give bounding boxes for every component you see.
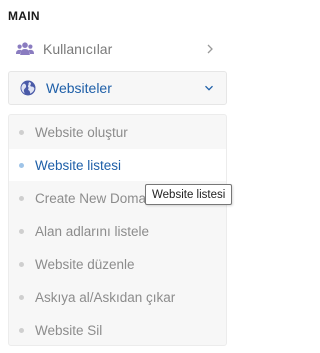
- section-title: MAIN: [8, 9, 40, 23]
- submenu-item-create-website[interactable]: Website oluştur: [9, 116, 226, 148]
- users-icon: [16, 40, 34, 58]
- bullet-dot-icon: [19, 195, 24, 201]
- submenu-item-list-domains[interactable]: Alan adlarını listele: [9, 215, 226, 247]
- submenu-item-suspend-website[interactable]: Askıya al/Askıdan çıkar: [9, 281, 226, 313]
- submenu-item-label: Alan adlarını listele: [35, 223, 150, 239]
- submenu-item-label: Create New Domain: [35, 190, 157, 206]
- tooltip: Website listesi: [145, 184, 233, 205]
- globe-icon: [19, 79, 37, 97]
- bullet-dot-icon: [19, 261, 24, 267]
- bullet-dot-icon: [19, 228, 24, 234]
- submenu-item-label: Website Sil: [35, 322, 103, 338]
- bullet-dot-icon: [19, 294, 24, 300]
- sidebar-item-websites-label: Websiteler: [46, 80, 112, 96]
- chevron-right-icon: [205, 44, 215, 54]
- sidebar-item-users[interactable]: Kullanıcılar: [8, 33, 227, 65]
- submenu-item-label: Website düzenle: [35, 256, 135, 272]
- submenu-item-label: Website oluştur: [35, 124, 128, 140]
- chevron-down-icon: [204, 83, 214, 93]
- submenu-item-list-websites[interactable]: Website listesi: [9, 149, 226, 181]
- sidebar-item-users-label: Kullanıcılar: [43, 41, 113, 57]
- submenu-item-label: Askıya al/Askıdan çıkar: [35, 289, 176, 305]
- bullet-dot-icon: [19, 162, 24, 168]
- submenu-item-label: Website listesi: [35, 157, 122, 173]
- bullet-dot-icon: [19, 327, 24, 333]
- submenu-item-edit-website[interactable]: Website düzenle: [9, 248, 226, 280]
- sidebar-item-websites[interactable]: Websiteler: [8, 71, 227, 105]
- bullet-dot-icon: [19, 129, 24, 135]
- websites-submenu: Website oluştur Website listesi Create N…: [8, 114, 227, 346]
- submenu-item-delete-website[interactable]: Website Sil: [9, 314, 226, 346]
